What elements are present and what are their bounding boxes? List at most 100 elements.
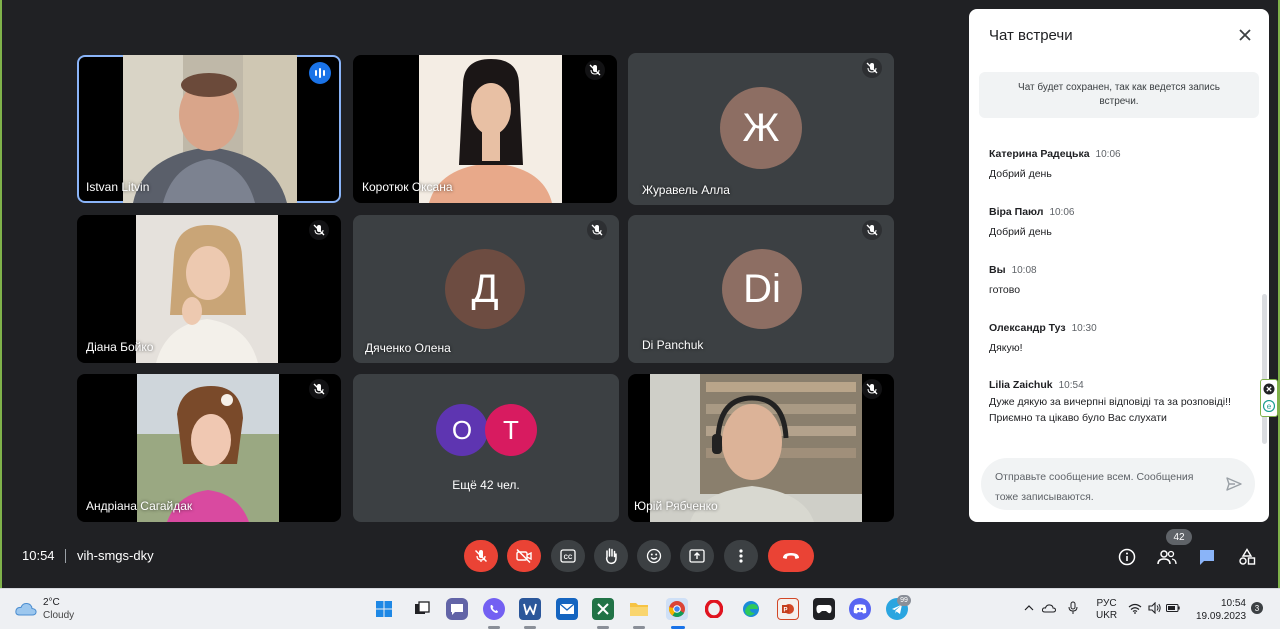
viber-button[interactable] bbox=[483, 598, 505, 620]
edge-button[interactable] bbox=[740, 598, 762, 620]
mic-off-icon bbox=[474, 549, 488, 563]
chat-icon bbox=[1200, 550, 1214, 565]
send-icon[interactable] bbox=[1225, 475, 1243, 493]
input-language-indicator[interactable]: РУС UKR bbox=[1096, 598, 1117, 622]
captions-button[interactable]: CC bbox=[551, 540, 585, 572]
task-view-icon bbox=[415, 601, 430, 614]
participant-tile-istvan[interactable]: Istvan Litvin bbox=[77, 55, 341, 203]
show-hidden-icons-button[interactable] bbox=[1022, 601, 1036, 615]
close-icon[interactable] bbox=[1237, 27, 1253, 43]
leave-call-button[interactable] bbox=[768, 540, 814, 572]
close-circle-icon[interactable] bbox=[1263, 383, 1275, 395]
system-clock[interactable]: 10:54 19.09.2023 bbox=[1196, 597, 1246, 623]
activities-button[interactable] bbox=[1236, 546, 1258, 568]
more-options-button[interactable] bbox=[724, 540, 758, 572]
mic-off-icon bbox=[585, 60, 605, 80]
opera-button[interactable] bbox=[703, 598, 725, 620]
participant-name: Юрій Рябченко bbox=[634, 499, 718, 513]
powerpoint-button[interactable]: P bbox=[777, 598, 799, 620]
battery-tray-button[interactable] bbox=[1166, 601, 1180, 615]
participant-name: Діана Бойко bbox=[86, 340, 154, 354]
cloud-icon[interactable] bbox=[14, 599, 38, 619]
volume-tray-button[interactable] bbox=[1148, 601, 1162, 615]
teams-chat-button[interactable] bbox=[446, 598, 468, 620]
mail-icon bbox=[559, 603, 575, 614]
present-button[interactable] bbox=[680, 540, 714, 572]
participant-tile-diachenko[interactable]: Д Дяченко Олена bbox=[353, 215, 619, 363]
message-author: Катерина Радецька bbox=[989, 148, 1090, 160]
participant-tile-panchuk[interactable]: Di Di Panchuk bbox=[628, 215, 894, 363]
more-participants-label: Ещё 42 чел. bbox=[452, 478, 520, 492]
message-time: 10:06 bbox=[1049, 207, 1075, 218]
speaking-indicator-icon bbox=[309, 62, 331, 84]
notification-count-badge[interactable]: 3 bbox=[1251, 602, 1263, 614]
participant-avatar: Д bbox=[445, 249, 525, 329]
speaker-icon bbox=[1148, 602, 1161, 614]
extension-side-panel[interactable]: e bbox=[1260, 379, 1278, 417]
participant-avatar: Di bbox=[722, 249, 802, 329]
participant-tile-andriana[interactable]: Андріана Сагайдак bbox=[77, 374, 341, 522]
microphone-tray-button[interactable] bbox=[1066, 601, 1080, 615]
mail-button[interactable] bbox=[556, 598, 578, 620]
svg-text:P: P bbox=[783, 608, 787, 614]
microphone-icon bbox=[1068, 601, 1078, 614]
chrome-icon bbox=[668, 601, 685, 617]
camera-toggle-button[interactable] bbox=[507, 540, 541, 572]
participant-name: Дяченко Олена bbox=[365, 341, 451, 355]
participant-avatar: Ж bbox=[720, 87, 802, 169]
participant-video bbox=[136, 215, 278, 363]
participant-tile-diana[interactable]: Діана Бойко bbox=[77, 215, 341, 363]
word-button[interactable] bbox=[519, 598, 541, 620]
chat-input-placeholder: Отправьте сообщение всем. Сообщения тоже… bbox=[995, 471, 1194, 503]
message-time: 10:06 bbox=[1095, 149, 1121, 160]
discord-button[interactable] bbox=[849, 598, 871, 620]
people-icon bbox=[1157, 550, 1177, 565]
message-author: Вы bbox=[989, 264, 1006, 276]
participant-name: Журавель Алла bbox=[642, 183, 730, 197]
participant-tile-korotiuk[interactable]: Коротюк Оксана bbox=[353, 55, 617, 203]
svg-text:e: e bbox=[1267, 402, 1272, 411]
present-screen-icon bbox=[689, 549, 705, 563]
divider bbox=[65, 549, 66, 563]
file-explorer-button[interactable] bbox=[628, 598, 650, 620]
mic-off-icon bbox=[862, 379, 882, 399]
chrome-button[interactable] bbox=[666, 598, 688, 620]
windows-logo-icon bbox=[376, 601, 392, 617]
onedrive-button[interactable] bbox=[1042, 601, 1056, 615]
participant-tile-zhuravel[interactable]: Ж Журавель Алла bbox=[628, 53, 894, 205]
message-author: Lilia Zaichuk bbox=[989, 379, 1053, 391]
keyboard-layout: UKR bbox=[1096, 610, 1118, 621]
info-icon bbox=[1118, 548, 1136, 566]
word-icon bbox=[523, 603, 537, 615]
message-text: Дякую! bbox=[989, 342, 1023, 354]
extension-icon[interactable]: e bbox=[1263, 400, 1275, 412]
chat-message-input[interactable]: Отправьте сообщение всем. Сообщения тоже… bbox=[981, 458, 1255, 510]
raise-hand-button[interactable] bbox=[594, 540, 628, 572]
activities-icon bbox=[1239, 548, 1256, 565]
game-controller-button[interactable] bbox=[813, 598, 835, 620]
participant-count-badge: 42 bbox=[1166, 529, 1192, 545]
mic-toggle-button[interactable] bbox=[464, 540, 498, 572]
windows-taskbar: 2°C Cloudy P 99 РУС UKR 10:54 19.09.2023… bbox=[0, 588, 1280, 629]
viber-icon bbox=[490, 605, 498, 613]
mic-off-icon bbox=[309, 220, 329, 240]
wifi-tray-button[interactable] bbox=[1128, 601, 1142, 615]
reactions-button[interactable] bbox=[637, 540, 671, 572]
language-code: РУС bbox=[1096, 598, 1117, 609]
meeting-info-button[interactable] bbox=[1116, 546, 1138, 568]
task-view-button[interactable] bbox=[411, 598, 433, 620]
edge-icon bbox=[743, 601, 759, 617]
people-button[interactable] bbox=[1156, 546, 1178, 568]
chat-message: Катерина Радецька 10:06 Добрий день bbox=[989, 148, 1243, 182]
excel-button[interactable] bbox=[592, 598, 614, 620]
chat-scrollbar[interactable] bbox=[1262, 294, 1267, 444]
chat-button[interactable] bbox=[1196, 546, 1218, 568]
folder-icon bbox=[630, 603, 648, 616]
chat-title: Чат встречи bbox=[989, 27, 1073, 44]
start-button[interactable] bbox=[373, 598, 395, 620]
teams-chat-icon bbox=[451, 604, 463, 615]
participant-tile-riabchenko[interactable]: Юрій Рябченко bbox=[628, 374, 894, 522]
participant-avatar: О bbox=[436, 404, 488, 456]
others-tile[interactable]: О Т Ещё 42 чел. bbox=[353, 374, 619, 522]
message-author: Віра Паюл bbox=[989, 206, 1044, 218]
